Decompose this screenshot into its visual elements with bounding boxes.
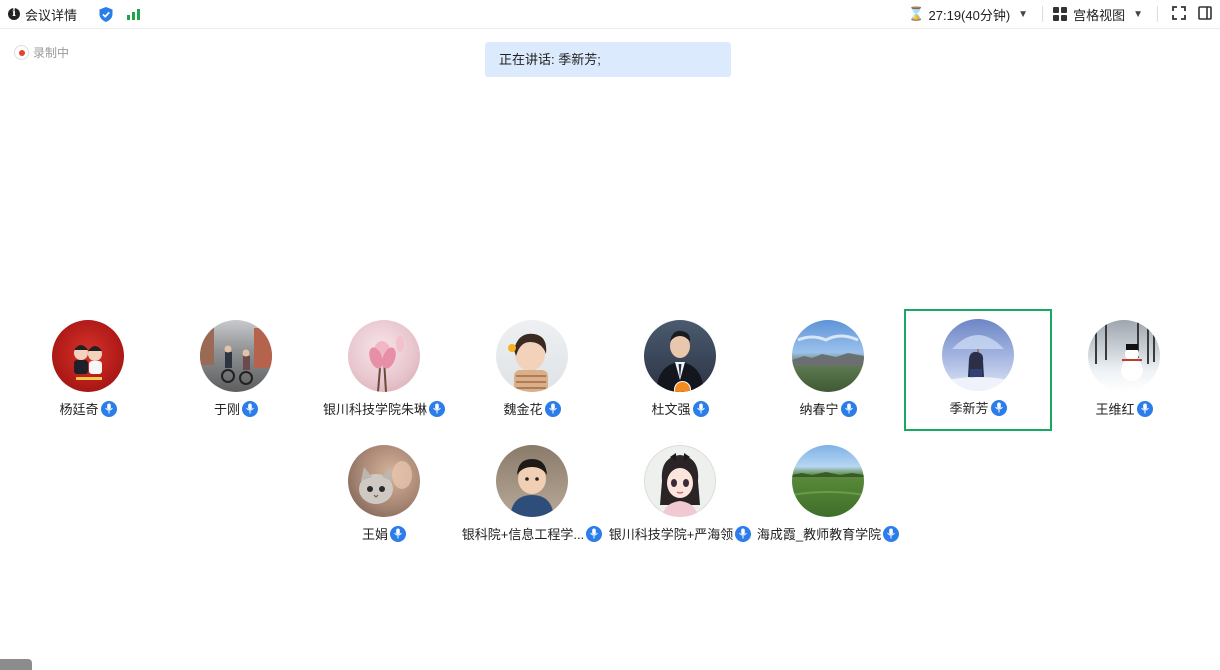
host-badge-icon [674, 381, 691, 392]
microphone-icon [735, 525, 752, 542]
info-icon[interactable]: i [8, 8, 20, 20]
snowman-photo-avatar [1088, 320, 1160, 392]
participant-tile[interactable]: 银川科技学院朱琳 [310, 310, 458, 432]
participant-tile[interactable]: 王维红 [1050, 310, 1198, 432]
participant-name-row: 海成霞_教师教育学院 [756, 524, 900, 543]
participant-tile[interactable]: 纳春宁 [754, 310, 902, 432]
meeting-timer[interactable]: 27:19(40分钟) [929, 5, 1011, 24]
microphone-icon [100, 400, 117, 417]
participant-name: 杨廷奇 [59, 402, 99, 417]
hourglass-icon: ⌛ [908, 6, 925, 21]
divider [1157, 6, 1158, 22]
participant-name-row: 银科院+信息工程学... [461, 524, 603, 543]
participant-name-row: 季新芳 [949, 398, 1007, 417]
meeting-details-button[interactable]: 会议详情 [25, 5, 77, 24]
shield-icon[interactable] [99, 6, 113, 22]
participant-tile-active-speaker[interactable]: 季新芳 [904, 309, 1052, 431]
participant-tile[interactable]: 海成霞_教师教育学院 [754, 435, 902, 557]
participant-tile[interactable]: 魏金花 [458, 310, 606, 432]
participant-tile[interactable]: 杜文强 [606, 310, 754, 432]
participant-name-row: 于刚 [214, 399, 258, 418]
participant-tile[interactable]: 于刚 [162, 310, 310, 432]
collapsed-panel-handle[interactable] [0, 659, 32, 670]
participant-tile[interactable]: 王娟 [310, 435, 458, 557]
recording-dot-icon [14, 45, 29, 60]
microphone-icon [692, 400, 709, 417]
participant-name: 季新芳 [949, 401, 989, 416]
participant-tile[interactable]: 银科院+信息工程学... [458, 435, 606, 557]
participant-tile[interactable]: 银川科技学院+严海领 [606, 435, 754, 557]
participant-tile[interactable]: 杨廷奇 [14, 310, 162, 432]
microphone-icon [390, 525, 406, 542]
participant-name-row: 魏金花 [503, 399, 561, 418]
microphone-icon [840, 400, 857, 417]
magnolia-photo-avatar [348, 320, 420, 392]
top-left-group: i 会议详情 [8, 0, 141, 28]
grid-view-icon[interactable] [1053, 7, 1068, 21]
participant-name-row: 王娟 [362, 524, 406, 543]
top-right-group: ⌛ 27:19(40分钟) ▼ 宫格视图 ▼ [908, 0, 1220, 28]
participant-name-row: 银川科技学院+严海领 [609, 524, 752, 543]
child-photo-avatar [496, 320, 568, 392]
microphone-icon [586, 525, 603, 542]
participant-name-row: 纳春宁 [799, 399, 857, 418]
participant-name-row: 银川科技学院朱琳 [323, 399, 445, 418]
participant-name: 纳春宁 [799, 402, 839, 417]
participant-name-row: 杨廷奇 [59, 399, 117, 418]
couple-illustration-avatar [52, 320, 124, 392]
microphone-icon [990, 399, 1007, 416]
participant-name: 银科院+信息工程学... [461, 527, 585, 542]
umbrella-girl-illustration-avatar [942, 319, 1014, 391]
participant-name: 银川科技学院朱琳 [322, 402, 427, 417]
view-dropdown-icon[interactable]: ▼ [1133, 9, 1143, 20]
participant-name-row: 王维红 [1095, 399, 1153, 418]
sidebar-toggle-icon[interactable] [1198, 5, 1212, 23]
recording-label: 录制中 [33, 46, 70, 60]
kitten-photo-avatar [348, 445, 420, 517]
divider [1042, 6, 1044, 22]
active-speaker-banner: 正在讲话: 季新芳; [485, 42, 731, 77]
boy-photo-avatar [496, 445, 568, 517]
sky-landscape-photo-avatar [792, 320, 864, 392]
participant-name: 王娟 [361, 527, 388, 542]
participant-name: 银川科技学院+严海领 [608, 527, 734, 542]
recording-indicator[interactable]: 录制中 [14, 44, 69, 61]
top-bar: i 会议详情 ⌛ 27:19(40分钟) ▼ 宫格视图 ▼ [0, 0, 1220, 29]
man-in-suit-photo-avatar [644, 320, 716, 392]
microphone-icon [544, 400, 561, 417]
participant-name-row: 杜文强 [651, 399, 709, 418]
timer-dropdown-icon[interactable]: ▼ [1018, 9, 1028, 20]
microphone-icon [1136, 400, 1153, 417]
view-mode-button[interactable]: 宫格视图 [1073, 5, 1125, 24]
microphone-icon [883, 525, 900, 542]
cartoon-girl-illustration-avatar [644, 445, 716, 517]
participant-name: 杜文强 [651, 402, 691, 417]
participant-name: 魏金花 [503, 402, 543, 417]
signal-strength-icon[interactable] [127, 8, 141, 20]
participant-name: 海成霞_教师教育学院 [756, 527, 882, 542]
participant-name: 于刚 [213, 402, 240, 417]
microphone-icon [242, 400, 258, 417]
green-field-photo-avatar [792, 445, 864, 517]
participant-name: 王维红 [1095, 402, 1135, 417]
cyclists-photo-avatar [200, 320, 272, 392]
fullscreen-icon[interactable] [1172, 5, 1186, 23]
microphone-icon [429, 400, 445, 417]
